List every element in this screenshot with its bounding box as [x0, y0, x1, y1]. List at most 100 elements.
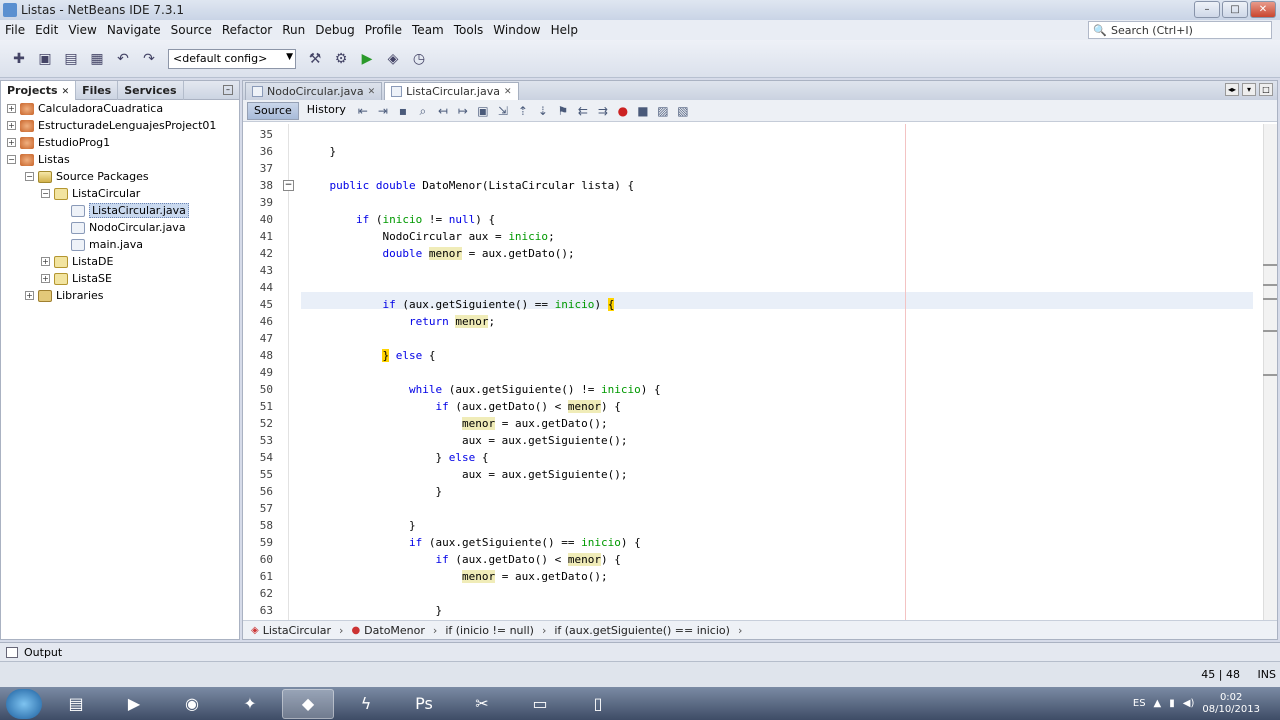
stop-macro-icon[interactable]: ■ [634, 103, 652, 119]
minimize-panel-icon[interactable]: – [223, 85, 233, 95]
tab-files[interactable]: Files [76, 80, 119, 100]
code-line[interactable]: NodoCircular aux = inicio; [303, 228, 554, 245]
close-icon[interactable]: ✕ [62, 87, 70, 97]
language-indicator[interactable]: ES [1133, 698, 1146, 709]
tree-node[interactable]: main.java [1, 236, 239, 253]
minimize-button[interactable]: – [1194, 1, 1220, 18]
code-area[interactable]: 35 36 37 38−39 40 41 42 43 44 45 46 47 48 49 50 51 52 53 5… [243, 124, 1265, 620]
tree-node[interactable]: + EstudioProg1 [1, 134, 239, 151]
show-hidden-icon[interactable]: ▲ [1154, 698, 1162, 709]
search-input[interactable]: 🔍 Search (Ctrl+I) [1088, 21, 1272, 39]
menu-view[interactable]: View [63, 23, 101, 37]
flash-icon[interactable]: ϟ [340, 689, 392, 719]
menu-tools[interactable]: Tools [449, 23, 489, 37]
media-player-icon[interactable]: ▶ [108, 689, 160, 719]
find-icon[interactable]: ⌕ [414, 103, 432, 119]
source-button[interactable]: Source [247, 101, 299, 120]
shift-left-icon[interactable]: ⇇ [574, 103, 592, 119]
start-macro-icon[interactable]: ● [614, 103, 632, 119]
menu-team[interactable]: Team [407, 23, 449, 37]
tab-nodocircular[interactable]: NodoCircular.java ✕ [245, 82, 383, 100]
menu-window[interactable]: Window [488, 23, 545, 37]
save-all-icon[interactable]: ▦ [86, 48, 108, 70]
breadcrumb-item[interactable]: ● DatoMenor [351, 624, 424, 637]
menu-debug[interactable]: Debug [310, 23, 359, 37]
previous-bookmark-icon[interactable]: ⇡ [514, 103, 532, 119]
comment-icon[interactable]: ▨ [654, 103, 672, 119]
last-edit-icon[interactable]: ▪ [394, 103, 412, 119]
code-line[interactable]: aux = aux.getSiguiente(); [303, 466, 628, 483]
menu-profile[interactable]: Profile [360, 23, 407, 37]
menu-help[interactable]: Help [546, 23, 583, 37]
build-icon[interactable]: ⚒ [304, 48, 326, 70]
scroll-tabs-icon[interactable]: ◂▸ [1225, 83, 1239, 96]
fold-icon[interactable]: − [283, 180, 294, 191]
menu-file[interactable]: File [0, 23, 30, 37]
code-line[interactable]: if (aux.getSiguiente() == inicio) { [303, 534, 641, 551]
code-line[interactable]: double menor = aux.getDato(); [303, 245, 575, 262]
find-next-icon[interactable]: ↦ [454, 103, 472, 119]
debug-icon[interactable]: ◈ [382, 48, 404, 70]
tab-projects[interactable]: Projects ✕ [1, 80, 77, 100]
tree-node[interactable]: + ListaSE [1, 270, 239, 287]
close-button[interactable]: ✕ [1250, 1, 1276, 18]
close-icon[interactable]: ✕ [504, 87, 512, 97]
start-button[interactable] [6, 688, 42, 719]
collapse-icon[interactable]: − [7, 155, 16, 164]
toggle-highlight-icon[interactable]: ▣ [474, 103, 492, 119]
tree-node-selected[interactable]: ListaCircular.java [1, 202, 239, 219]
breadcrumb-item[interactable]: if (aux.getSiguiente() == inicio) [554, 624, 730, 637]
explorer-icon[interactable]: ▤ [50, 689, 102, 719]
tree-node[interactable]: NodoCircular.java [1, 219, 239, 236]
tools-icon[interactable]: ✂ [456, 689, 508, 719]
tab-listacircular[interactable]: ListaCircular.java ✕ [384, 82, 519, 100]
tab-services[interactable]: Services [118, 80, 184, 100]
find-previous-icon[interactable]: ↤ [434, 103, 452, 119]
clean-build-icon[interactable]: ⚙ [330, 48, 352, 70]
volume-icon[interactable]: ◀) [1183, 698, 1195, 709]
tree-node[interactable]: + EstructuradeLenguajesProject01 [1, 117, 239, 134]
new-file-icon[interactable]: ✚ [8, 48, 30, 70]
code-line[interactable]: aux = aux.getSiguiente(); [303, 432, 628, 449]
tree-node[interactable]: + CalculadoraCuadratica [1, 100, 239, 117]
tree-node[interactable]: + Libraries [1, 287, 239, 304]
tab-list-icon[interactable]: ▾ [1242, 83, 1256, 96]
menu-edit[interactable]: Edit [30, 23, 63, 37]
expand-icon[interactable]: + [41, 257, 50, 266]
run-icon[interactable]: ▶ [356, 48, 378, 70]
output-tab[interactable]: Output [0, 642, 1280, 661]
code-line[interactable]: if (aux.getSiguiente() == inicio) { [303, 296, 615, 313]
vertical-scrollbar[interactable] [1263, 124, 1277, 620]
history-button[interactable]: History [301, 102, 352, 120]
code-line[interactable]: public double DatoMenor(ListaCircular li… [303, 177, 635, 194]
back-icon[interactable]: ⇤ [354, 103, 372, 119]
uncomment-icon[interactable]: ▧ [674, 103, 692, 119]
breadcrumb-item[interactable]: ◈ ListaCircular [251, 624, 331, 637]
close-icon[interactable]: ✕ [368, 87, 376, 97]
folder-icon[interactable]: ▯ [572, 689, 624, 719]
code-line[interactable]: } [303, 143, 336, 160]
undo-icon[interactable]: ↶ [112, 48, 134, 70]
config-select[interactable]: <default config> ▼ [168, 48, 296, 69]
code-line[interactable]: return menor; [303, 313, 495, 330]
toggle-selection-icon[interactable]: ⇲ [494, 103, 512, 119]
chrome-icon[interactable]: ◉ [166, 689, 218, 719]
code-line[interactable]: while (aux.getSiguiente() != inicio) { [303, 381, 661, 398]
code-line[interactable]: menor = aux.getDato(); [303, 568, 608, 585]
window-icon[interactable]: ▭ [514, 689, 566, 719]
tree-node[interactable]: + ListaDE [1, 253, 239, 270]
menu-navigate[interactable]: Navigate [102, 23, 166, 37]
shift-right-icon[interactable]: ⇉ [594, 103, 612, 119]
collapse-icon[interactable]: − [25, 172, 34, 181]
code-line[interactable]: } [303, 517, 416, 534]
expand-icon[interactable]: + [7, 121, 16, 130]
menu-run[interactable]: Run [277, 23, 310, 37]
redo-icon[interactable]: ↷ [138, 48, 160, 70]
code-line[interactable]: } else { [303, 449, 488, 466]
app-icon[interactable]: ✦ [224, 689, 276, 719]
expand-icon[interactable]: + [25, 291, 34, 300]
new-project-icon[interactable]: ▣ [34, 48, 56, 70]
code-line[interactable]: if (aux.getDato() < menor) { [303, 551, 621, 568]
code-line[interactable]: } [303, 602, 442, 619]
menu-source[interactable]: Source [166, 23, 217, 37]
